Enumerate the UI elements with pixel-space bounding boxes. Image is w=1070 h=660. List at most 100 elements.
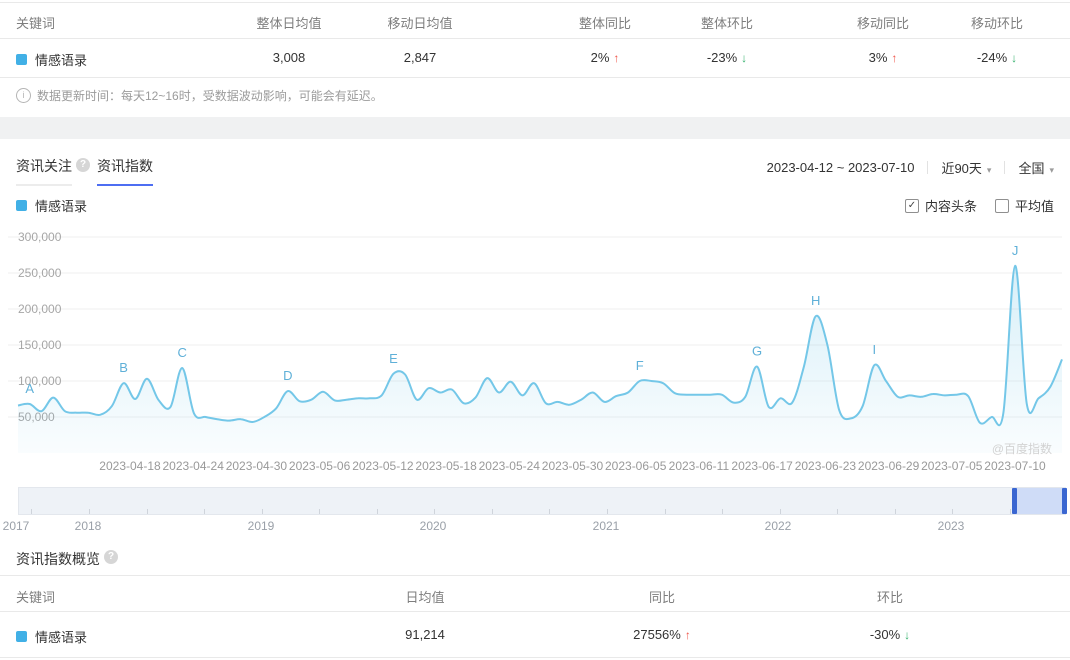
timeline-tick — [722, 509, 723, 514]
keyword-color-swatch — [16, 631, 27, 642]
section-separator — [0, 117, 1070, 139]
peak-marker: J — [1012, 243, 1019, 258]
divider — [0, 77, 1070, 78]
checkbox-average[interactable]: 平均值 — [994, 196, 1054, 215]
y-axis-label: 100,000 — [18, 374, 62, 388]
x-axis-label: 2023-06-23 — [794, 459, 857, 473]
tab-news-attention[interactable]: 资讯关注 — [16, 156, 72, 186]
change-value: -24% — [976, 50, 1008, 65]
tab-news-index[interactable]: 资讯指数 — [97, 156, 153, 186]
keyword-cell[interactable]: 情感语录 — [16, 50, 87, 69]
question-circle-icon[interactable]: ? — [76, 158, 90, 172]
timeline-tick — [664, 509, 666, 514]
x-axis-label: 2023-05-30 — [541, 459, 604, 473]
timeline-year-label: 2022 — [764, 519, 792, 533]
date-range[interactable]: 2023-04-12 ~ 2023-07-10 — [767, 160, 915, 175]
timeline-tick — [261, 509, 263, 514]
timeline-year-label: 2017 — [2, 519, 30, 533]
mobile-daily-avg-value: 2,847 — [403, 50, 437, 65]
x-axis-label: 2023-07-10 — [984, 459, 1046, 473]
peak-marker: C — [178, 345, 187, 360]
timeline-tick — [837, 509, 839, 514]
ov-daily-avg-value: 91,214 — [405, 627, 445, 642]
overall-daily-avg-value: 3,008 — [272, 50, 306, 65]
divider — [0, 2, 1070, 3]
checkbox-content-headline[interactable]: ✓ 内容头条 — [904, 196, 977, 215]
caret-down-icon: ▾ — [1049, 165, 1054, 175]
chart-gridlines: 300,000 250,000 200,000 150,000 100,000 50,00… — [8, 230, 1062, 424]
x-axis-label: 2023-04-30 — [225, 459, 288, 473]
timeline-tick — [31, 509, 33, 514]
change-value: 27556% — [633, 627, 681, 642]
divider — [0, 575, 1070, 576]
x-axis-label: 2023-05-12 — [352, 459, 414, 473]
x-axis-label: 2023-05-18 — [415, 459, 477, 473]
col-header-overall-mom: 整体环比 — [700, 16, 754, 31]
x-axis-label: 2023-05-06 — [288, 459, 351, 473]
trend-chart: 300,000 250,000 200,000 150,000 100,000 50,00… — [8, 230, 1063, 453]
arrow-down-icon: ↓ — [741, 50, 748, 65]
change-value: 3% — [868, 50, 888, 65]
divider — [0, 611, 1070, 612]
peak-marker: A — [25, 381, 34, 396]
y-axis-label: 150,000 — [18, 338, 62, 352]
ov-col-header-yoy: 同比 — [648, 590, 676, 605]
change-value: -23% — [706, 50, 738, 65]
keyword-color-swatch — [16, 54, 27, 65]
timeline-right-handle[interactable] — [1062, 488, 1067, 514]
watermark: @百度指数 — [991, 442, 1052, 456]
peak-marker: D — [283, 368, 292, 383]
timeline-year-label: 2021 — [592, 519, 620, 533]
timeline-slider-track[interactable] — [18, 487, 1067, 515]
timeline-tick — [952, 509, 954, 514]
legend-color-swatch — [16, 200, 27, 211]
ov-yoy-value: 27556% ↑ — [633, 627, 691, 642]
peak-marker: I — [872, 342, 876, 357]
question-circle-icon[interactable]: ? — [104, 550, 118, 564]
ov-keyword-cell[interactable]: 情感语录 — [16, 627, 87, 646]
col-header-keyword: 关键词 — [16, 16, 56, 31]
ov-col-header-daily-avg: 日均值 — [405, 590, 445, 605]
timeline-left-handle[interactable] — [1012, 488, 1017, 514]
chart-legend-item[interactable]: 情感语录 — [16, 196, 87, 215]
ov-col-header-keyword: 关键词 — [16, 590, 56, 605]
timeline-tick — [894, 509, 896, 514]
timeline-year-label: 2020 — [419, 519, 447, 533]
col-header-mobile-yoy: 移动同比 — [856, 16, 910, 31]
x-axis-label: 2023-06-17 — [731, 459, 793, 473]
legend-keyword-label: 情感语录 — [35, 199, 88, 214]
timeline-tick — [779, 509, 781, 514]
divider — [927, 161, 929, 174]
x-axis-label: 2023-06-05 — [604, 459, 667, 473]
region-dropdown[interactable]: 全国 ▾ — [1018, 158, 1054, 177]
timeline-tick — [146, 509, 148, 514]
peak-marker: F — [636, 358, 644, 373]
peak-marker: B — [119, 360, 128, 375]
caret-down-icon: ▾ — [986, 165, 992, 175]
overview-title: 资讯指数概览 — [16, 551, 100, 567]
y-axis-label: 300,000 — [18, 230, 62, 244]
y-axis-label: 50,000 — [18, 410, 55, 424]
keyword-label: 情感语录 — [35, 630, 88, 645]
keyword-label: 情感语录 — [35, 53, 88, 68]
arrow-down-icon: ↓ — [904, 627, 911, 642]
timeline-year-label: 2023 — [937, 519, 965, 533]
timeline-tick — [376, 509, 378, 514]
change-value: -30% — [869, 627, 901, 642]
mobile-mom-value: -24% ↓ — [977, 50, 1017, 65]
peak-marker: H — [811, 293, 820, 308]
timeline-selection[interactable] — [1014, 488, 1067, 514]
timeline-tick — [1009, 509, 1011, 514]
trend-line — [17, 264, 1063, 427]
x-axis-label: 2023-05-24 — [478, 459, 540, 473]
change-value: 2% — [590, 50, 610, 65]
area-fill — [18, 265, 1062, 453]
col-header-overall-daily-avg: 整体日均值 — [256, 16, 322, 31]
peak-marker: G — [752, 344, 762, 359]
note-text: 数据更新时间：每天12~16时，受数据波动影响，可能会有延迟。 — [37, 89, 383, 103]
peak-marker: E — [389, 351, 398, 366]
info-circle-icon: i — [16, 88, 31, 103]
timeline-year-label: 2019 — [247, 519, 275, 533]
period-dropdown[interactable]: 近90天 ▾ — [941, 158, 991, 177]
chart-series — [17, 264, 1063, 453]
